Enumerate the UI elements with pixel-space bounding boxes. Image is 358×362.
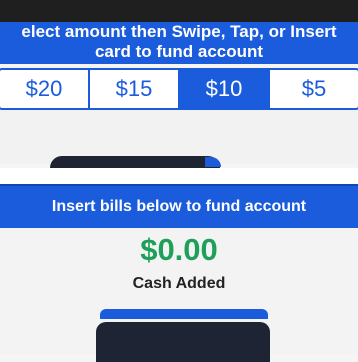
card-header-line-2: card to fund account <box>94 42 264 61</box>
cash-panel-header: Insert bills below to fund account <box>0 184 358 228</box>
cash-action-button[interactable] <box>96 322 270 362</box>
amount-option-10[interactable]: $10 <box>178 68 270 110</box>
card-action-button[interactable] <box>50 156 220 168</box>
amount-option-5[interactable]: $5 <box>268 68 358 110</box>
amount-option-20[interactable]: $20 <box>0 68 90 110</box>
cash-added-label: Cash Added <box>132 275 226 292</box>
card-header-line-1: elect amount then Swipe, Tap, or Insert <box>21 22 337 41</box>
top-bar <box>0 0 358 22</box>
amount-option-15[interactable]: $15 <box>88 68 180 110</box>
cash-action-button-accent <box>100 309 268 319</box>
panel-divider <box>0 168 358 184</box>
cash-added-amount: $0.00 <box>140 232 218 267</box>
card-panel-header: elect amount then Swipe, Tap, or Insert … <box>0 22 358 64</box>
amount-selector: $20 $15 $10 $5 <box>0 68 358 110</box>
